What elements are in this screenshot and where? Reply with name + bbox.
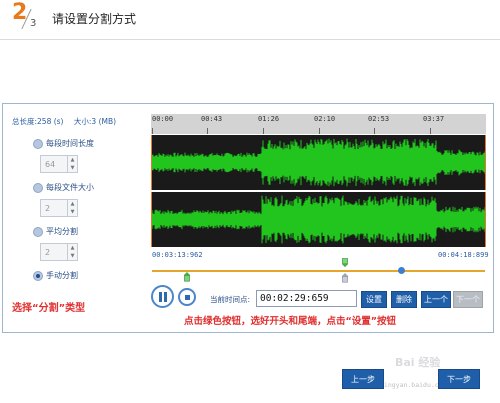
delete-button[interactable]: 删除 [391,291,417,308]
file-size-stepper[interactable]: 2 ▲ ▼ [40,199,78,217]
tick-label: 00:00 [152,115,174,123]
chevron-up-icon[interactable]: ▲ [68,200,77,208]
option-label: 平均分割 [46,227,78,236]
option-manual-split[interactable]: 手动分割 [33,270,78,281]
tick-mark [263,128,264,134]
selection-end-time: 00:04:18:899 [438,251,489,259]
start-marker-icon[interactable] [183,272,191,282]
selection-start-time: 00:03:13:962 [152,251,203,259]
set-button[interactable]: 设置 [361,291,387,308]
radio-manual-split[interactable] [33,270,43,281]
tick-mark [319,128,320,134]
waveform-editor[interactable]: 00:00 00:43 01:26 02:10 02:53 03:37 [151,114,486,264]
radio-file-size[interactable] [33,182,43,193]
tick-mark [207,128,208,134]
slider-knob[interactable] [398,267,405,274]
stepper-value: 2 [45,248,51,257]
chevron-down-icon[interactable]: ▼ [68,164,77,172]
end-marker-icon[interactable] [341,258,349,268]
total-length: 总长度:258 (s) [12,117,64,126]
tick-label: 02:10 [314,115,336,123]
tick-label: 00:43 [201,115,223,123]
watermark-url: jingyan.baidu.com [380,381,447,389]
option-average-split[interactable]: 平均分割 [33,226,78,237]
option-file-size[interactable]: 每段文件大小 [33,182,94,193]
step-total: 3 [30,18,37,29]
next-segment-button[interactable]: 下一个 [453,291,483,308]
option-time-length[interactable]: 每段时间长度 [33,138,94,149]
next-step-button[interactable]: 下一步 [438,369,480,389]
current-time-label: 当前时间点: [210,295,251,304]
previous-step-button[interactable]: 上一步 [342,369,384,389]
playhead-marker-icon[interactable] [341,273,349,283]
tick-label: 01:26 [258,115,280,123]
chevron-down-icon[interactable]: ▼ [68,208,77,216]
file-summary: 总长度:258 (s) 大小:3 (MB) [12,116,124,127]
previous-segment-button[interactable]: 上一个 [421,291,451,308]
stepper-value: 2 [45,204,51,213]
chevron-up-icon[interactable]: ▲ [68,156,77,164]
tick-mark [152,128,153,134]
chevron-down-icon[interactable]: ▼ [68,252,77,260]
average-split-stepper[interactable]: 2 ▲ ▼ [40,243,78,261]
instruction-note: 点击绿色按钮，选好开头和尾端，点击“设置”按钮 [184,316,396,327]
waveform-right-svg [152,195,485,244]
option-label: 每段文件大小 [46,183,94,192]
radio-average-split[interactable] [33,226,43,237]
step-header: 2 3 请设置分割方式 [0,0,500,40]
tick-mark [374,128,375,134]
file-size: 大小:3 (MB) [73,117,117,126]
chevron-up-icon[interactable]: ▲ [68,244,77,252]
current-time-field[interactable]: 00:02:29:659 [256,290,357,307]
stepper-arrows[interactable]: ▲ ▼ [67,156,77,172]
stepper-arrows[interactable]: ▲ ▼ [67,244,77,260]
radio-time-length[interactable] [33,138,43,149]
page-title: 请设置分割方式 [52,12,137,26]
option-label: 每段时间长度 [46,139,94,148]
pause-button[interactable] [151,285,174,308]
option-label: 手动分割 [46,271,78,280]
waveform-left-svg [152,138,485,187]
tick-mark [430,128,431,134]
watermark-logo: Bai 经验 [395,356,441,369]
time-length-stepper[interactable]: 64 ▲ ▼ [40,155,78,173]
timeline-ruler[interactable]: 00:00 00:43 01:26 02:10 02:53 03:37 [151,114,486,134]
waveform-channel-right[interactable] [151,192,486,247]
stop-button[interactable] [178,288,196,306]
stepper-arrows[interactable]: ▲ ▼ [67,200,77,216]
stepper-value: 64 [45,160,56,169]
select-type-note: 选择“分割”类型 [12,303,86,314]
position-slider[interactable] [152,270,485,272]
waveform-channel-left[interactable] [151,135,486,190]
tick-label: 03:37 [423,115,445,123]
tick-label: 02:53 [368,115,390,123]
